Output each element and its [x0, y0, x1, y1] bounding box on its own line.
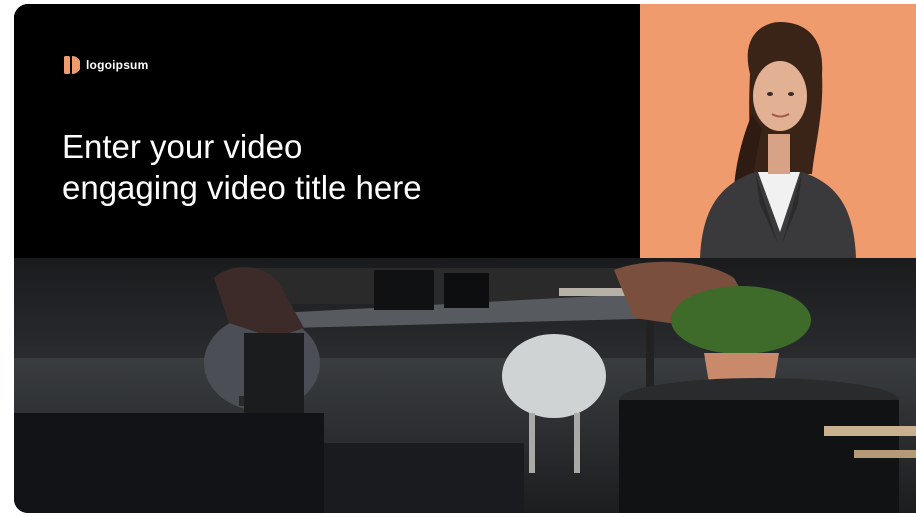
title-panel: logoipsum Enter your video engaging vide… — [14, 4, 640, 258]
video-thumbnail-card[interactable]: logoipsum Enter your video engaging vide… — [14, 4, 916, 513]
office-workspace-photo — [14, 258, 916, 513]
video-title-line-1: Enter your video — [62, 128, 303, 165]
video-title-line-2: engaging video title here — [62, 169, 422, 206]
presenter-avatar — [700, 22, 856, 258]
logoipsum-mark-icon — [64, 56, 80, 74]
video-title: Enter your video engaging video title he… — [62, 126, 622, 208]
presenter-panel — [640, 4, 916, 258]
brand-logo: logoipsum — [64, 56, 148, 74]
logo-text: logoipsum — [86, 58, 149, 72]
